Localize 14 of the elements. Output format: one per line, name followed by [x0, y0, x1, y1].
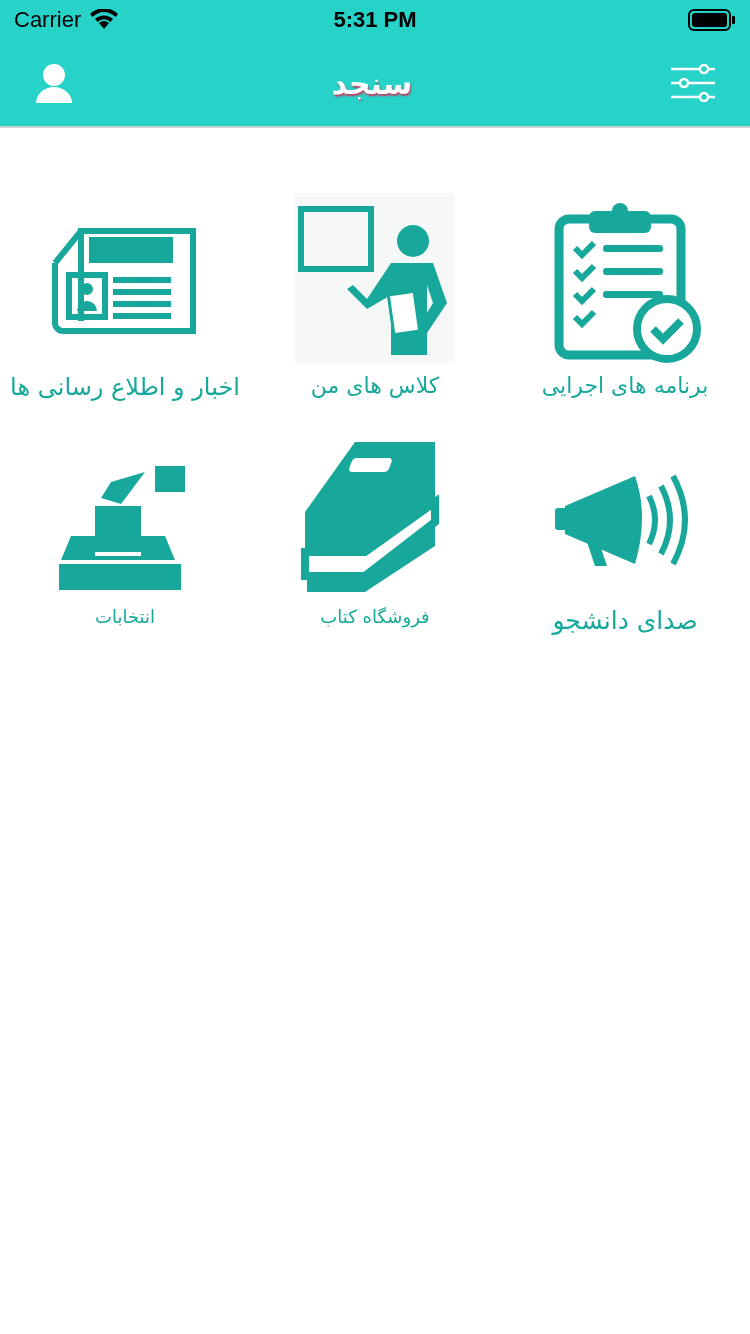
menu-item[interactable]: اخبار و اطلاع رسانی ها	[10, 373, 240, 401]
menu-item[interactable]: انتخابات	[95, 606, 155, 627]
menu-item[interactable]: صدای دانشجو	[552, 606, 698, 635]
profile-icon[interactable]	[34, 63, 74, 103]
menu-item[interactable]: کلاس های من	[310, 373, 440, 398]
carrier-name: Carrier	[14, 7, 82, 33]
teacher-icon	[295, 193, 455, 363]
settings-icon[interactable]	[670, 64, 716, 102]
menu-item[interactable]: برنامه های اجرایی	[541, 373, 709, 398]
status-time: 5:31 PM	[333, 7, 417, 33]
app-title: سنجد	[331, 65, 413, 101]
menu-item[interactable]: فروشگاه کتاب	[320, 606, 430, 627]
wifi-icon	[89, 9, 120, 31]
battery-icon	[688, 9, 736, 31]
